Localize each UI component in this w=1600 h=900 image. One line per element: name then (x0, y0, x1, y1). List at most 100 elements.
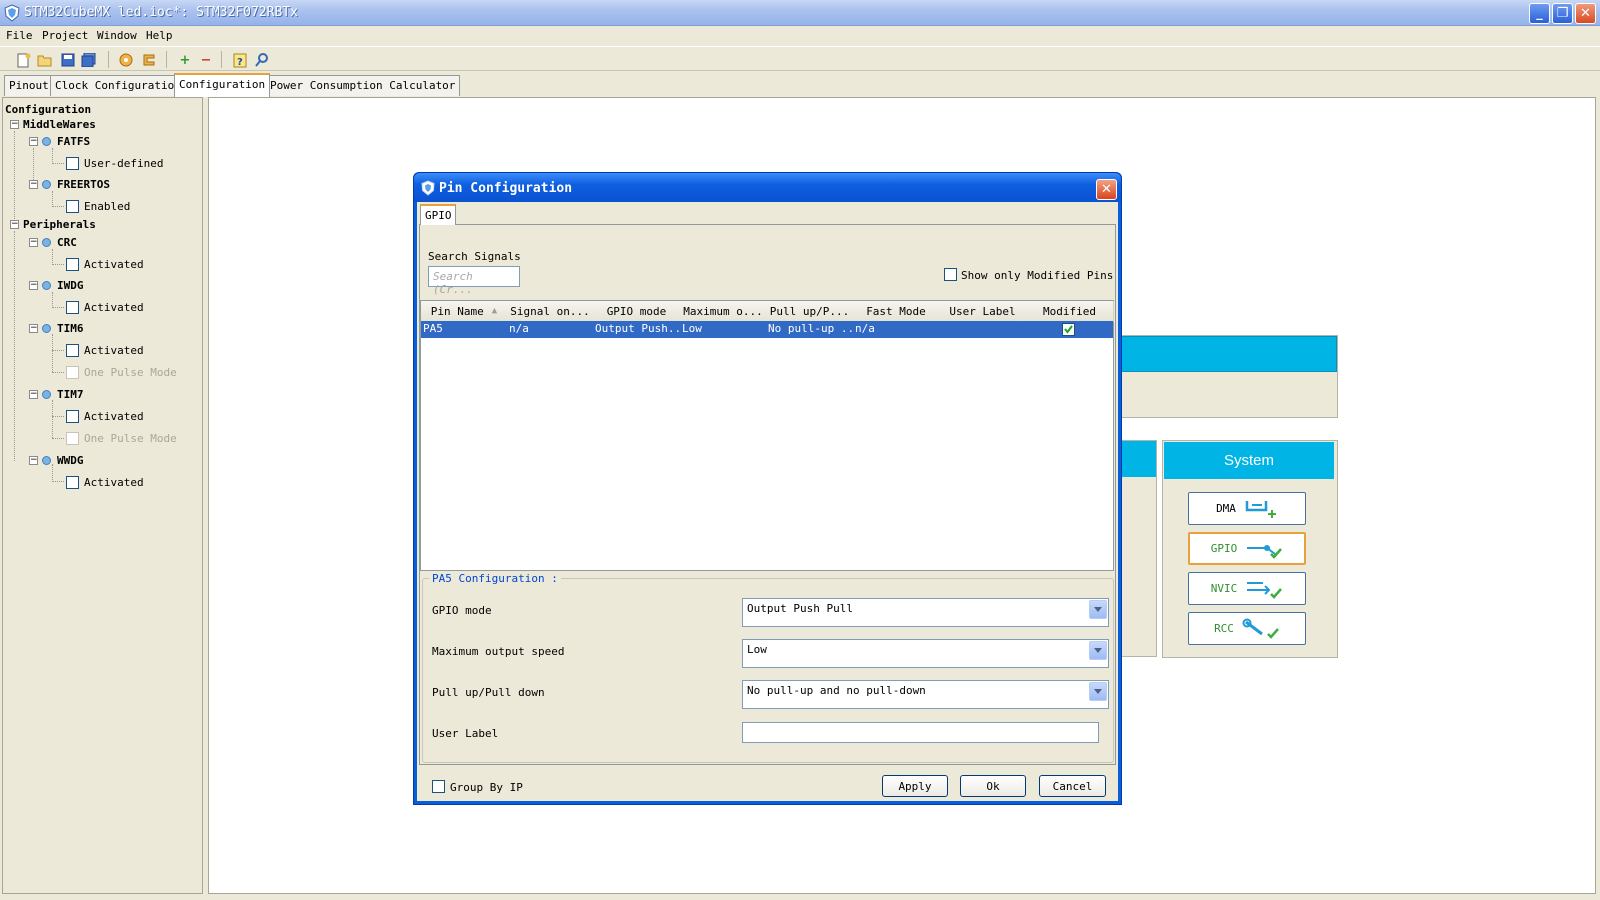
cancel-button[interactable]: Cancel (1039, 775, 1106, 797)
tree-option-tim7-activated[interactable]: Activated (66, 408, 144, 424)
column-header-max-speed[interactable]: Maximum o... (680, 301, 767, 322)
menu-bar: File Project Window Help (0, 26, 1600, 46)
column-header-pin-name[interactable]: Pin Name ▲ (421, 301, 508, 322)
tree-node-tim7[interactable]: − TIM7 (29, 386, 84, 402)
column-header-pull[interactable]: Pull up/P... (766, 301, 854, 322)
tree-node-tim6[interactable]: − TIM6 (29, 320, 84, 336)
maximize-button[interactable]: ❐ (1552, 3, 1573, 24)
tree-option-wwdg-activated[interactable]: Activated (66, 474, 144, 490)
gear-icon (42, 455, 51, 465)
remove-icon[interactable]: − (198, 52, 214, 68)
column-header-signal[interactable]: Signal on... (507, 301, 594, 322)
collapse-icon[interactable]: − (29, 389, 38, 399)
select-value: Output Push Pull (747, 602, 853, 615)
tree-node-peripherals[interactable]: − Peripherals (10, 216, 96, 232)
apply-button[interactable]: Apply (882, 775, 948, 797)
save-icon[interactable] (60, 52, 76, 68)
collapse-icon[interactable]: − (29, 280, 38, 290)
column-header-fast-mode[interactable]: Fast Mode (853, 301, 940, 322)
chevron-down-icon[interactable] (1089, 600, 1107, 619)
open-icon[interactable] (37, 52, 53, 68)
chevron-down-icon[interactable] (1089, 682, 1107, 701)
checkbox[interactable] (66, 257, 79, 271)
tab-power-consumption-calculator[interactable]: Power Consumption Calculator (265, 75, 461, 96)
tree-node-freertos[interactable]: − FREERTOS (29, 176, 110, 192)
column-header-user-label[interactable]: User Label (939, 301, 1027, 322)
gpio-mode-select[interactable]: Output Push Pull (742, 598, 1109, 627)
new-project-icon[interactable] (16, 52, 32, 68)
app-icon (4, 4, 20, 22)
tab-pinout[interactable]: Pinout (4, 75, 54, 96)
max-output-speed-label: Maximum output speed (432, 645, 565, 658)
checkbox[interactable] (66, 475, 79, 489)
menu-window[interactable]: Window (97, 29, 137, 42)
checkbox[interactable] (66, 199, 79, 213)
dma-button[interactable]: DMA (1188, 492, 1306, 525)
tree-node-crc[interactable]: − CRC (29, 234, 77, 250)
pull-up-pull-down-select[interactable]: No pull-up and no pull-down (742, 680, 1109, 709)
option-label: Activated (84, 475, 144, 489)
column-header-modified[interactable]: Modified (1026, 301, 1114, 322)
nvic-button[interactable]: NVIC (1188, 572, 1306, 605)
tab-clock-configuration[interactable]: Clock Configuration (50, 75, 186, 96)
collapse-icon[interactable]: − (29, 179, 38, 189)
close-window-button[interactable]: ✕ (1575, 3, 1596, 24)
gear-icon (42, 237, 51, 247)
gear-icon (42, 280, 51, 290)
tree-node-label: TIM6 (57, 321, 84, 335)
checkbox[interactable] (66, 409, 79, 423)
option-label: Activated (84, 343, 144, 357)
menu-file[interactable]: File (6, 29, 33, 42)
max-output-speed-select[interactable]: Low (742, 639, 1109, 668)
tree-option-crc-activated[interactable]: Activated (66, 256, 144, 272)
collapse-icon[interactable]: − (29, 455, 38, 465)
show-modified-pins-label: Show only Modified Pins (961, 269, 1114, 282)
tree-node-wwdg[interactable]: − WWDG (29, 452, 84, 468)
generate-report-icon[interactable] (118, 52, 134, 68)
menu-project[interactable]: Project (42, 29, 88, 42)
window-title-bar: STM32CubeMX led.ioc*: STM32F072RBTx _ ❐ … (0, 0, 1600, 26)
checkbox[interactable] (66, 343, 79, 357)
pull-up-pull-down-label: Pull up/Pull down (432, 686, 545, 699)
collapse-icon[interactable]: − (29, 323, 38, 333)
chevron-down-icon[interactable] (1089, 641, 1107, 660)
collapse-icon[interactable]: − (29, 237, 38, 247)
tab-gpio[interactable]: GPIO (420, 204, 456, 225)
user-label-input[interactable] (742, 722, 1099, 743)
collapse-icon[interactable]: − (10, 219, 19, 229)
tree-option-tim6-activated[interactable]: Activated (66, 342, 144, 358)
checkbox[interactable] (66, 156, 79, 170)
show-modified-pins-checkbox[interactable] (944, 268, 957, 281)
add-icon[interactable]: + (177, 52, 193, 68)
generate-code-icon[interactable] (141, 52, 157, 68)
option-label: One Pulse Mode (84, 365, 177, 379)
tree-node-label: WWDG (57, 453, 84, 467)
tab-configuration[interactable]: Configuration (174, 73, 271, 97)
modified-checkbox[interactable] (1062, 323, 1075, 336)
collapse-icon[interactable]: − (29, 136, 38, 146)
group-by-ip-checkbox[interactable] (432, 780, 445, 793)
tree-option-fatfs-user-defined[interactable]: User-defined (66, 155, 163, 171)
tree-node-iwdg[interactable]: − IWDG (29, 277, 84, 293)
dialog-close-button[interactable]: ✕ (1096, 179, 1117, 200)
minimize-button[interactable]: _ (1529, 3, 1550, 24)
tree-node-middlewares[interactable]: − MiddleWares (10, 116, 96, 132)
search-icon[interactable] (254, 52, 270, 68)
column-header-gpio-mode[interactable]: GPIO mode (593, 301, 681, 322)
save-all-icon[interactable] (81, 52, 97, 68)
gpio-button[interactable]: GPIO (1188, 532, 1306, 565)
collapse-icon[interactable]: − (10, 119, 19, 129)
checkbox[interactable] (66, 300, 79, 314)
tree-node-fatfs[interactable]: − FATFS (29, 133, 90, 149)
menu-help[interactable]: Help (146, 29, 173, 42)
rcc-button[interactable]: RCC (1188, 612, 1306, 645)
ok-button[interactable]: Ok (960, 775, 1026, 797)
button-label: GPIO (1210, 542, 1238, 555)
button-label: DMA (1216, 502, 1236, 515)
pin-table (420, 300, 1114, 571)
help-icon[interactable]: ? (232, 52, 248, 68)
gpio-icon (1247, 544, 1283, 559)
tree-option-freertos-enabled[interactable]: Enabled (66, 198, 130, 214)
search-signals-input[interactable]: Search (Cr... (428, 266, 520, 296)
tree-option-iwdg-activated[interactable]: Activated (66, 299, 144, 315)
